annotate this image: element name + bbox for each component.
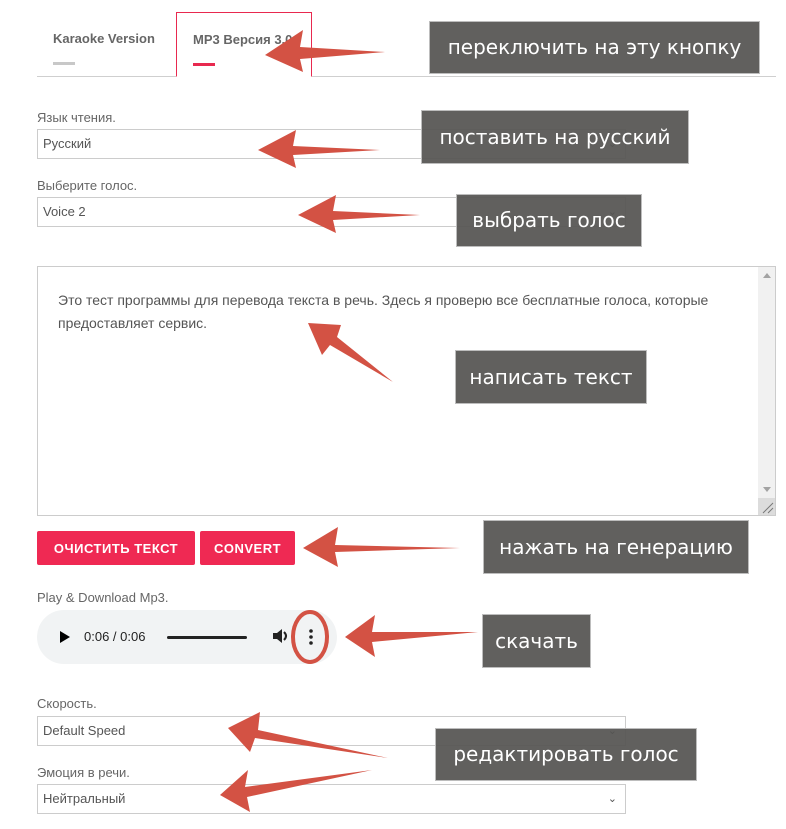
player-label: Play & Download Mp3. <box>37 590 169 605</box>
speed-label: Скорость. <box>37 696 97 711</box>
tab-indicator <box>53 62 75 65</box>
tab-indicator-active <box>193 63 215 66</box>
arrow-generate <box>303 527 460 567</box>
tab-karaoke-version[interactable]: Karaoke Version <box>37 12 176 77</box>
annotation-choose-voice: выбрать голос <box>456 194 642 247</box>
emotion-label: Эмоция в речи. <box>37 765 130 780</box>
clear-text-button[interactable]: ОЧИСТИТЬ ТЕКСТ <box>37 531 195 565</box>
voice-label: Выберите голос. <box>37 178 138 193</box>
tab-mp3-version[interactable]: MP3 Версия 3.0 <box>176 12 312 77</box>
textarea-scrollbar[interactable] <box>758 267 775 515</box>
volume-icon[interactable] <box>272 627 288 645</box>
annotation-download: скачать <box>482 614 591 668</box>
audio-player: 0:06 / 0:06 <box>37 610 337 664</box>
annotation-set-russian: поставить на русский <box>421 110 689 164</box>
annotation-press-generate: нажать на генерацию <box>483 520 749 574</box>
language-value: Русский <box>43 136 92 151</box>
speed-value: Default Speed <box>43 723 126 738</box>
text-input[interactable]: Это тест программы для перевода текста в… <box>37 266 776 516</box>
convert-button[interactable]: CONVERT <box>200 531 295 565</box>
player-time: 0:06 / 0:06 <box>84 629 146 644</box>
tab-label: Karaoke Version <box>53 31 155 46</box>
emotion-value: Нейтральный <box>43 791 126 806</box>
text-input-value: Это тест программы для перевода текста в… <box>58 292 709 331</box>
emotion-select[interactable]: Нейтральный ⌄ <box>37 784 626 814</box>
arrow-download <box>345 615 478 657</box>
scroll-down-icon[interactable] <box>763 487 771 492</box>
annotation-write-text: написать текст <box>455 350 647 404</box>
chevron-down-icon: ⌄ <box>607 793 617 805</box>
resize-grip-icon[interactable] <box>758 498 775 515</box>
tab-label: MP3 Версия 3.0 <box>193 32 293 47</box>
language-label: Язык чтения. <box>37 110 116 125</box>
play-icon[interactable] <box>60 631 70 643</box>
annotation-switch-tab: переключить на эту кнопку <box>429 21 760 74</box>
progress-bar[interactable] <box>167 636 247 639</box>
voice-value: Voice 2 <box>43 204 86 219</box>
annotation-edit-voice: редактировать голос <box>435 728 697 781</box>
more-options-icon[interactable] <box>309 628 313 646</box>
scroll-up-icon[interactable] <box>763 273 771 278</box>
